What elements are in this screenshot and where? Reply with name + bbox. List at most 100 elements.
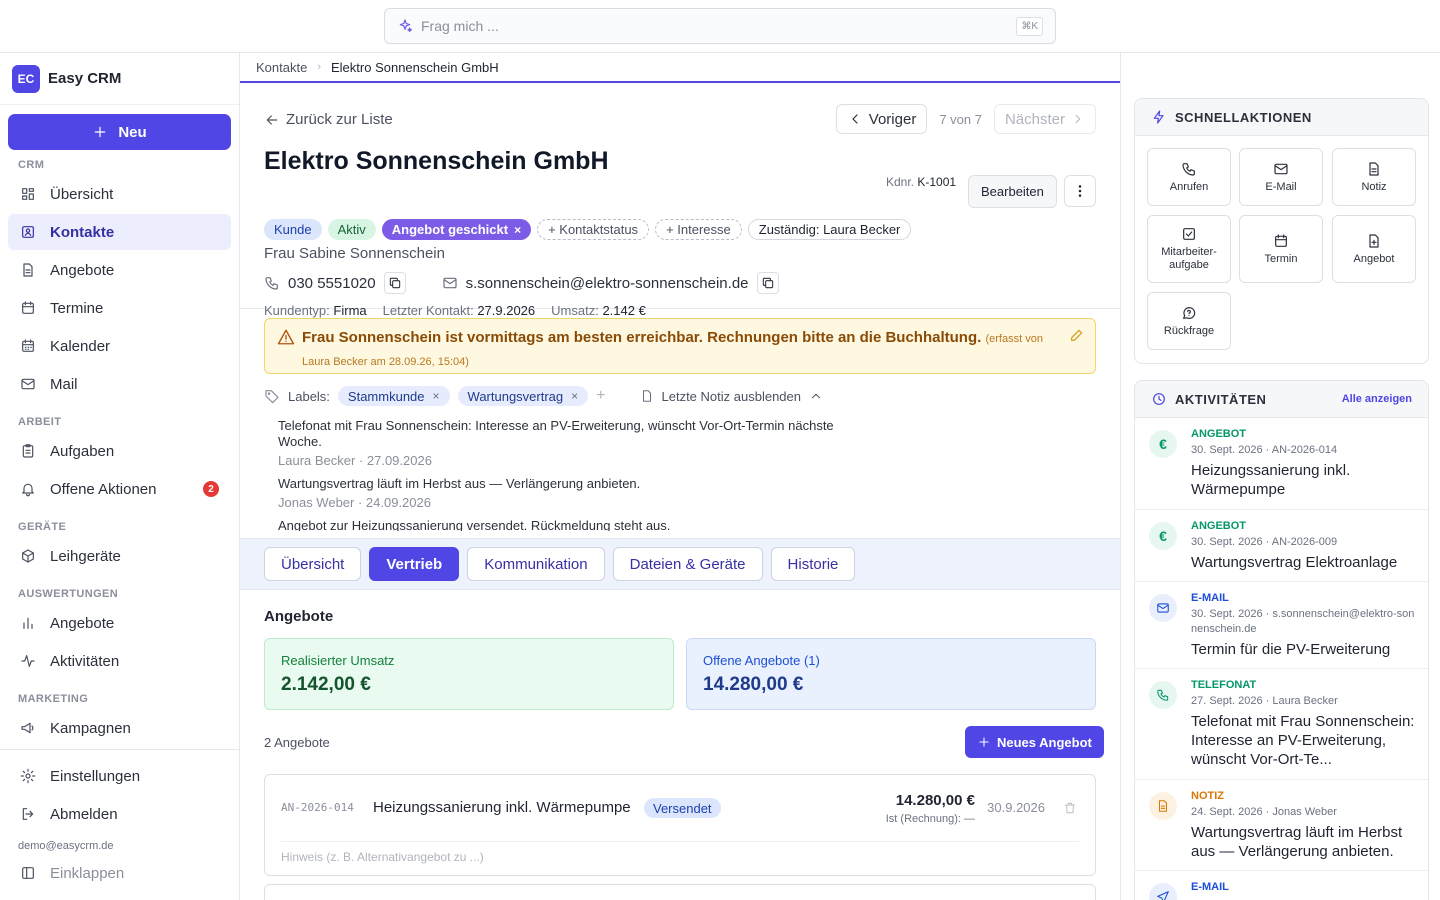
package-icon bbox=[20, 548, 36, 564]
contact-header: Zurück zur Liste Voriger 7 von 7 Nächste… bbox=[240, 83, 1120, 318]
sidebar-item-aktivitaeten[interactable]: Aktivitäten bbox=[8, 643, 231, 679]
activity-item[interactable]: TELEFONAT 27. Sept. 2026 · Laura Becker … bbox=[1135, 669, 1428, 780]
quick-action-label: Notiz bbox=[1361, 180, 1387, 193]
note-icon bbox=[640, 389, 654, 403]
sparkle-icon bbox=[397, 18, 413, 34]
next-button[interactable]: Nächster bbox=[993, 104, 1096, 134]
activity-item[interactable]: NOTIZ 24. Sept. 2026 · Jonas Weber Wartu… bbox=[1135, 780, 1428, 871]
contact-meta: Kundentyp: Firma Letzter Kontakt: 27.9.2… bbox=[264, 303, 646, 318]
call-button[interactable]: Anrufen bbox=[1147, 148, 1231, 206]
remove-icon[interactable]: × bbox=[514, 223, 521, 237]
tag-aktiv[interactable]: Aktiv bbox=[327, 219, 376, 240]
sidebar-item-auswertung-angebote[interactable]: Angebote bbox=[8, 605, 231, 641]
tag-kunde[interactable]: Kunde bbox=[264, 219, 322, 240]
quick-action-label: Anrufen bbox=[1169, 180, 1209, 193]
offer-row[interactable] bbox=[264, 884, 1096, 900]
add-interesse-button[interactable]: + Interesse bbox=[655, 219, 742, 240]
activity-item[interactable]: E-MAIL bbox=[1135, 871, 1428, 900]
sidebar-item-label: Aktivitäten bbox=[50, 652, 120, 670]
email-address[interactable]: s.sonnenschein@elektro-sonnenschein.de bbox=[466, 275, 749, 292]
sidebar-item-leihgeraete[interactable]: Leihgeräte bbox=[8, 538, 231, 574]
label-stammkunde[interactable]: Stammkunde × bbox=[337, 386, 450, 406]
notification-badge: 2 bbox=[203, 481, 219, 497]
new-offer-label: Neues Angebot bbox=[997, 734, 1092, 750]
sidebar-item-kalender[interactable]: Kalender bbox=[8, 328, 231, 364]
offer-name[interactable]: Heizungssanierung inkl. Wärmepumpe bbox=[373, 799, 631, 816]
activity-item[interactable]: € ANGEBOT 30. Sept. 2026 · AN-2026-009 W… bbox=[1135, 510, 1428, 582]
file-plus-icon bbox=[1366, 233, 1382, 249]
quick-actions-card: SCHNELLAKTIONEN Anrufen E-Mail Notiz Mit… bbox=[1134, 98, 1429, 364]
copy-phone-button[interactable] bbox=[383, 272, 406, 294]
phone-icon bbox=[264, 275, 280, 291]
pencil-icon[interactable] bbox=[1069, 327, 1085, 343]
sidebar-item-abmelden[interactable]: Abmelden bbox=[8, 796, 231, 832]
back-to-list-link[interactable]: Zurück zur Liste bbox=[264, 111, 393, 128]
customer-number-value: K-1001 bbox=[917, 175, 957, 189]
section-auswertungen: AUSWERTUNGEN bbox=[18, 588, 119, 600]
label-wartungsvertrag[interactable]: Wartungsvertrag × bbox=[457, 386, 589, 406]
tag-angebot-geschickt[interactable]: Angebot geschickt × bbox=[381, 219, 532, 240]
note-button[interactable]: Notiz bbox=[1332, 148, 1416, 206]
tab-dateien-geraete[interactable]: Dateien & Geräte bbox=[612, 547, 763, 581]
sidebar-item-termine[interactable]: Termine bbox=[8, 290, 231, 326]
edit-button[interactable]: Bearbeiten bbox=[968, 175, 1057, 208]
more-options-button[interactable] bbox=[1064, 175, 1096, 207]
tab-kommunikation[interactable]: Kommunikation bbox=[467, 547, 605, 581]
appointment-button[interactable]: Termin bbox=[1239, 215, 1323, 283]
sidebar-divider bbox=[0, 749, 240, 750]
offer-hint-input[interactable]: Hinweis (z. B. Alternativangebot zu ...) bbox=[281, 841, 1079, 864]
breadcrumb-parent[interactable]: Kontakte bbox=[256, 60, 307, 75]
remove-icon[interactable]: × bbox=[433, 389, 440, 403]
offer-row[interactable]: AN-2026-014 Heizungssanierung inkl. Wärm… bbox=[264, 774, 1096, 876]
phone-icon bbox=[1149, 681, 1177, 709]
tab-vertrieb[interactable]: Vertrieb bbox=[369, 547, 460, 581]
section-title: Angebote bbox=[264, 608, 334, 625]
note-entry-text: Wartungsvertrag läuft im Herbst aus — Ve… bbox=[278, 476, 641, 491]
sidebar-item-mail[interactable]: Mail bbox=[8, 366, 231, 402]
sidebar-item-angebote[interactable]: Angebote bbox=[8, 252, 231, 288]
hide-last-note-button[interactable]: Letzte Notiz ausblenden bbox=[662, 389, 801, 404]
note-entry-meta: Jonas Weber · 24.09.2026 bbox=[278, 495, 431, 510]
email-button[interactable]: E-Mail bbox=[1239, 148, 1323, 206]
phone-number[interactable]: 030 5551020 bbox=[288, 275, 376, 292]
kundentyp-value: Firma bbox=[333, 303, 367, 318]
new-offer-button[interactable]: Neues Angebot bbox=[965, 726, 1104, 758]
activity-item[interactable]: E-MAIL 30. Sept. 2026 · s.sonnenschein@e… bbox=[1135, 582, 1428, 669]
sidebar-item-offene-aktionen[interactable]: Offene Aktionen 2 bbox=[8, 471, 231, 507]
sidebar-item-aufgaben[interactable]: Aufgaben bbox=[8, 433, 231, 469]
sidebar-item-einstellungen[interactable]: Einstellungen bbox=[8, 758, 231, 794]
tab-historie[interactable]: Historie bbox=[770, 547, 856, 581]
pinned-note: Frau Sonnenschein ist vormittags am best… bbox=[264, 318, 1096, 374]
copy-email-button[interactable] bbox=[756, 272, 779, 294]
add-kontaktstatus-button[interactable]: + Kontaktstatus bbox=[537, 219, 650, 240]
remove-icon[interactable]: × bbox=[571, 389, 578, 403]
show-all-link[interactable]: Alle anzeigen bbox=[1342, 393, 1412, 405]
add-label-button[interactable]: + bbox=[596, 387, 605, 405]
sidebar-item-label: Übersicht bbox=[50, 185, 114, 203]
new-button[interactable]: Neu bbox=[8, 114, 231, 150]
kpi-label: Offene Angebote (1) bbox=[703, 653, 820, 668]
search-input[interactable]: Frag mich ... ⌘K bbox=[384, 8, 1056, 44]
previous-button[interactable]: Voriger bbox=[835, 104, 928, 134]
page-title: Elektro Sonnenschein GmbH bbox=[264, 147, 609, 175]
tab-uebersicht[interactable]: Übersicht bbox=[264, 547, 362, 581]
activity-title: Wartungsvertrag Elektroanlage bbox=[1191, 554, 1398, 571]
shortcut-hint: ⌘K bbox=[1016, 16, 1043, 36]
trash-icon[interactable] bbox=[1063, 801, 1077, 815]
employee-task-button[interactable]: Mitarbeiter-aufgabe bbox=[1147, 215, 1231, 283]
sidebar-item-kampagnen[interactable]: Kampagnen bbox=[8, 710, 231, 746]
sidebar-item-uebersicht[interactable]: Übersicht bbox=[8, 176, 231, 212]
offer-button[interactable]: Angebot bbox=[1332, 215, 1416, 283]
activity-meta: 30. Sept. 2026 · AN-2026-009 bbox=[1191, 536, 1338, 548]
activity-item[interactable]: € ANGEBOT 30. Sept. 2026 · AN-2026-014 H… bbox=[1135, 418, 1428, 510]
tag-zustaendig[interactable]: Zuständig: Laura Becker bbox=[747, 219, 912, 240]
logout-icon bbox=[20, 806, 36, 822]
activities-title: AKTIVITÄTEN bbox=[1175, 391, 1267, 407]
activity-meta: 30. Sept. 2026 · AN-2026-014 bbox=[1191, 444, 1338, 456]
section-marketing: MARKETING bbox=[18, 693, 89, 705]
brand[interactable]: EC Easy CRM bbox=[0, 53, 239, 105]
query-button[interactable]: Rückfrage bbox=[1147, 292, 1231, 350]
send-icon bbox=[1149, 883, 1177, 900]
sidebar-collapse-button[interactable]: Einklappen bbox=[8, 855, 231, 891]
sidebar-item-kontakte[interactable]: Kontakte bbox=[8, 214, 231, 250]
